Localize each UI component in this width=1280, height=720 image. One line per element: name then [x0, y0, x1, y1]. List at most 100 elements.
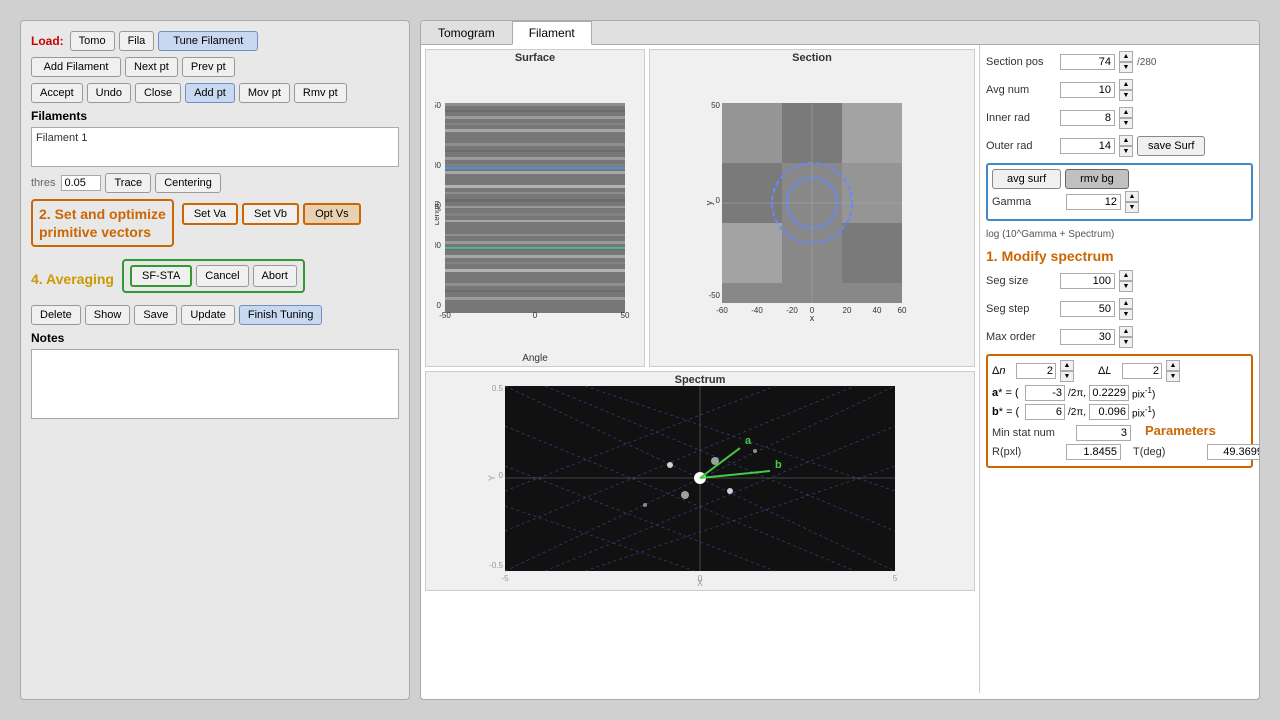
delta-n-input[interactable]: [1016, 363, 1056, 379]
vector-buttons: Set Va Set Vb Opt Vs: [182, 203, 361, 225]
svg-text:Length: Length: [435, 201, 441, 225]
trace-button[interactable]: Trace: [105, 173, 151, 193]
b-star-input1[interactable]: [1025, 404, 1065, 420]
max-order-row: Max order ▲ ▼: [986, 326, 1253, 348]
r-pxl-label: R(pxl): [992, 446, 1062, 458]
plots-area: Surface: [421, 45, 979, 693]
outer-rad-input[interactable]: [1060, 138, 1115, 154]
gamma-up[interactable]: ▲: [1125, 191, 1139, 202]
gamma-input[interactable]: [1066, 194, 1121, 210]
inner-rad-row: Inner rad ▲ ▼: [986, 107, 1253, 129]
update-button[interactable]: Update: [181, 305, 234, 325]
outer-rad-up[interactable]: ▲: [1119, 135, 1133, 146]
max-order-spinner[interactable]: ▲ ▼: [1119, 326, 1133, 348]
tune-filament-button[interactable]: Tune Filament: [158, 31, 258, 51]
abort-button[interactable]: Abort: [253, 265, 297, 287]
parameters-box: Δn ▲ ▼ ΔL ▲ ▼: [986, 354, 1253, 468]
sf-sta-button[interactable]: SF-STA: [130, 265, 192, 287]
accept-button[interactable]: Accept: [31, 83, 83, 103]
seg-step-down[interactable]: ▼: [1119, 309, 1133, 320]
seg-size-input[interactable]: [1060, 273, 1115, 289]
set-vb-button[interactable]: Set Vb: [242, 203, 299, 225]
show-button[interactable]: Show: [85, 305, 131, 325]
add-filament-button[interactable]: Add Filament: [31, 57, 121, 77]
prev-pt-button[interactable]: Prev pt: [182, 57, 235, 77]
content-area: Surface: [421, 45, 1259, 693]
delta-l-up[interactable]: ▲: [1166, 360, 1180, 371]
mov-pt-button[interactable]: Mov pt: [239, 83, 290, 103]
opt-vs-button[interactable]: Opt Vs: [303, 203, 361, 225]
surface-plot: Surface: [425, 49, 645, 367]
set-va-button[interactable]: Set Va: [182, 203, 238, 225]
inner-rad-up[interactable]: ▲: [1119, 107, 1133, 118]
notes-textarea[interactable]: [31, 349, 399, 419]
min-stat-input[interactable]: [1076, 425, 1131, 441]
inner-rad-spinner[interactable]: ▲ ▼: [1119, 107, 1133, 129]
seg-step-up[interactable]: ▲: [1119, 298, 1133, 309]
seg-size-label: Seg size: [986, 275, 1056, 287]
max-order-down[interactable]: ▼: [1119, 337, 1133, 348]
avg-num-spinner[interactable]: ▲ ▼: [1119, 79, 1133, 101]
seg-size-spinner[interactable]: ▲ ▼: [1119, 270, 1133, 292]
b-star-input2[interactable]: [1089, 404, 1129, 420]
rmv-pt-button[interactable]: Rmv pt: [294, 83, 347, 103]
rmv-bg-button[interactable]: rmv bg: [1065, 169, 1129, 189]
tab-tomogram[interactable]: Tomogram: [421, 21, 512, 44]
svg-text:50: 50: [621, 311, 630, 320]
section-pos-down[interactable]: ▼: [1119, 62, 1133, 73]
tab-filament[interactable]: Filament: [512, 21, 592, 45]
a-star-input1[interactable]: [1025, 385, 1065, 401]
delta-n-up[interactable]: ▲: [1060, 360, 1074, 371]
avg-num-up[interactable]: ▲: [1119, 79, 1133, 90]
seg-step-spinner[interactable]: ▲ ▼: [1119, 298, 1133, 320]
add-pt-button[interactable]: Add pt: [185, 83, 235, 103]
delta-l-spinner[interactable]: ▲ ▼: [1166, 360, 1180, 382]
tomo-button[interactable]: Tomo: [70, 31, 115, 51]
close-button[interactable]: Close: [135, 83, 181, 103]
section-pos-input[interactable]: [1060, 54, 1115, 70]
max-order-input[interactable]: [1060, 329, 1115, 345]
svg-text:20: 20: [843, 306, 852, 315]
svg-text:50: 50: [711, 101, 720, 110]
fila-button[interactable]: Fila: [119, 31, 155, 51]
svg-text:200: 200: [435, 161, 442, 170]
inner-rad-input[interactable]: [1060, 110, 1115, 126]
avg-surf-button[interactable]: avg surf: [992, 169, 1061, 189]
spectrum-plot: Spectrum: [425, 371, 975, 591]
delta-n-down[interactable]: ▼: [1060, 371, 1074, 382]
seg-size-up[interactable]: ▲: [1119, 270, 1133, 281]
gamma-spinner[interactable]: ▲ ▼: [1125, 191, 1139, 213]
inner-rad-down[interactable]: ▼: [1119, 118, 1133, 129]
centering-button[interactable]: Centering: [155, 173, 221, 193]
gamma-down[interactable]: ▼: [1125, 202, 1139, 213]
bottom-buttons: Delete Show Save Update Finish Tuning: [31, 305, 399, 325]
max-order-up[interactable]: ▲: [1119, 326, 1133, 337]
b-star-label: b* = (: [992, 406, 1022, 418]
outer-rad-spinner[interactable]: ▲ ▼: [1119, 135, 1133, 157]
section-pos-up[interactable]: ▲: [1119, 51, 1133, 62]
seg-size-down[interactable]: ▼: [1119, 281, 1133, 292]
seg-step-input[interactable]: [1060, 301, 1115, 317]
finish-tuning-button[interactable]: Finish Tuning: [239, 305, 322, 325]
outer-rad-down[interactable]: ▼: [1119, 146, 1133, 157]
top-plot-row: Surface: [425, 49, 975, 367]
b-star-row: b* = ( /2π, pix-1): [992, 404, 1247, 420]
min-stat-label: Min stat num: [992, 427, 1072, 439]
delta-l-down[interactable]: ▼: [1166, 371, 1180, 382]
thres-input[interactable]: [61, 175, 101, 191]
undo-button[interactable]: Undo: [87, 83, 131, 103]
next-pt-button[interactable]: Next pt: [125, 57, 178, 77]
save-surf-button[interactable]: save Surf: [1137, 136, 1205, 156]
delta-n-spinner[interactable]: ▲ ▼: [1060, 360, 1074, 382]
avg-num-down[interactable]: ▼: [1119, 90, 1133, 101]
save-button[interactable]: Save: [134, 305, 177, 325]
filament-item[interactable]: Filament 1: [36, 132, 87, 144]
section-pos-spinner[interactable]: ▲ ▼: [1119, 51, 1133, 73]
a-star-input2[interactable]: [1089, 385, 1129, 401]
gamma-label: Gamma: [992, 196, 1062, 208]
delta-l-input[interactable]: [1122, 363, 1162, 379]
avg-num-input[interactable]: [1060, 82, 1115, 98]
section-svg: -60 -40 -20 0 20 40 60 50 0 -50: [702, 93, 922, 323]
delete-button[interactable]: Delete: [31, 305, 81, 325]
cancel-button[interactable]: Cancel: [196, 265, 248, 287]
